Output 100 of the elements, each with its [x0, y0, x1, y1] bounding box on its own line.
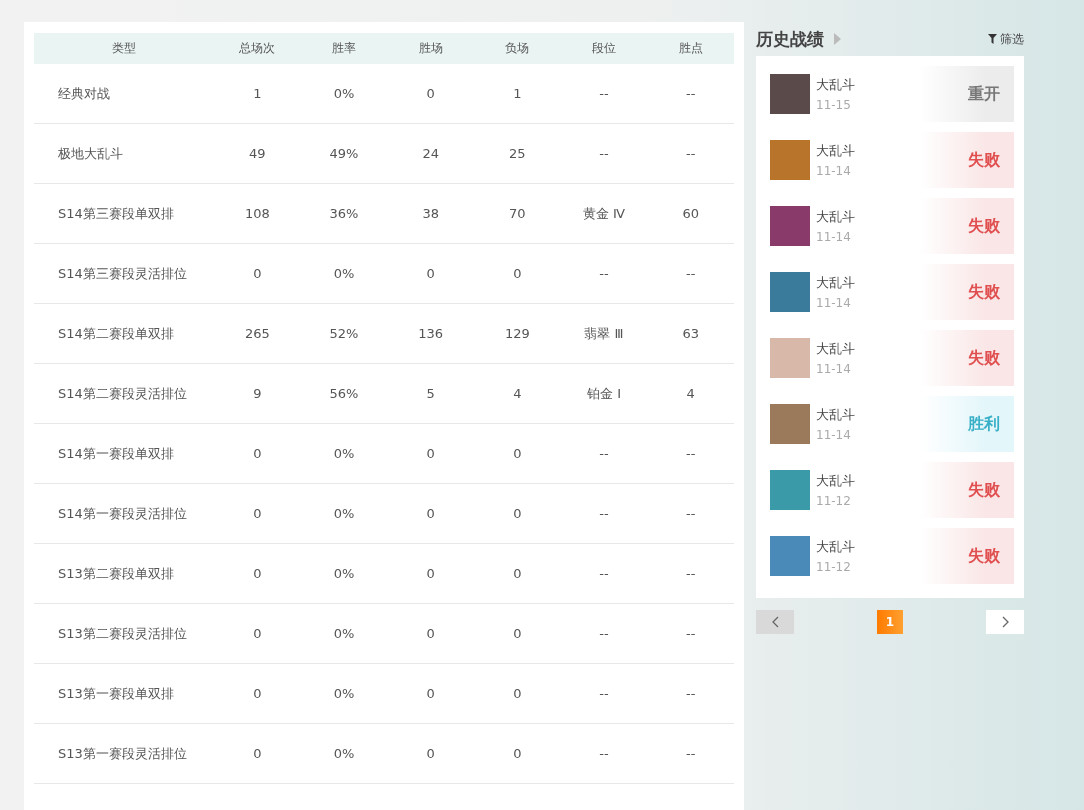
table-cell-text: 0% [332, 266, 356, 281]
filter-icon [988, 34, 997, 44]
table-cell-text: 9 [252, 386, 263, 401]
column-header: 段位 [591, 40, 617, 57]
table-cell-text: S14第三赛段灵活排位 [57, 264, 188, 283]
table-cell-text: -- [684, 566, 697, 581]
table-cell-text: 翡翠 Ⅲ [583, 324, 625, 343]
table-cell-text: 0 [425, 446, 436, 461]
table-cell-text: S13第一赛段单双排 [57, 684, 175, 703]
table-cell-text: 5 [425, 386, 436, 401]
table-cell-text: S14第一赛段灵活排位 [57, 504, 188, 523]
table-cell-text: S14第三赛段单双排 [57, 204, 175, 223]
table-cell-text: 0% [332, 746, 356, 761]
column-header: 负场 [504, 40, 531, 57]
table-cell-text: 4 [685, 386, 696, 401]
table-cell-text: 129 [503, 326, 531, 341]
table-cell-text: 25 [508, 146, 527, 161]
table-cell-text: 0 [425, 746, 436, 761]
column-header: 胜点 [677, 40, 704, 57]
column-header: 胜率 [331, 40, 357, 57]
table-cell-text: 265 [243, 326, 271, 341]
table-cell-text: 0 [252, 266, 263, 281]
table-cell-text: 0 [252, 626, 263, 641]
table-cell-text: 黄金 Ⅳ [581, 204, 627, 223]
table-cell-text: S13第二赛段灵活排位 [57, 624, 188, 643]
match-mode: 大乱斗 [816, 142, 855, 160]
table-cell-text: 63 [681, 326, 700, 341]
table-cell-text: 极地大乱斗 [57, 144, 124, 163]
table-cell-text: 108 [243, 206, 271, 221]
caret-right-icon [834, 33, 841, 45]
table-cell-text: -- [598, 626, 610, 641]
match-date: 11-14 [816, 362, 852, 376]
table-cell-text: 0% [332, 506, 356, 521]
match-date: 11-12 [816, 494, 852, 508]
match-mode: 大乱斗 [816, 406, 855, 424]
table-cell-text: 36% [328, 206, 360, 221]
previous-page-button[interactable] [756, 610, 794, 634]
match-date: 11-15 [816, 98, 852, 112]
table-cell-text: -- [598, 506, 610, 521]
column-header: 类型 [111, 40, 137, 57]
table-cell-text: -- [684, 86, 697, 101]
table-cell-text: -- [598, 86, 610, 101]
match-mode: 大乱斗 [816, 76, 855, 94]
match-mode: 大乱斗 [816, 538, 855, 556]
match-mode: 大乱斗 [816, 274, 855, 292]
table-cell-text: 0 [252, 506, 263, 521]
table-cell-text: 1 [512, 86, 523, 101]
match-mode: 大乱斗 [816, 472, 855, 490]
table-cell-text: 铂金 Ⅰ [586, 384, 622, 403]
table-cell-text: -- [684, 266, 697, 281]
table-cell-text: 0 [512, 266, 523, 281]
next-page-button[interactable] [986, 610, 1024, 634]
table-cell-text: 136 [417, 326, 445, 341]
table-cell-text: 0 [252, 446, 263, 461]
table-cell-text: -- [684, 446, 697, 461]
match-date: 11-14 [816, 296, 852, 310]
table-cell-text: 0 [512, 446, 523, 461]
table-cell-text: S14第一赛段单双排 [57, 444, 175, 463]
table-cell-text: 0 [425, 566, 436, 581]
column-header: 总场次 [238, 40, 277, 57]
table-cell-text: 0% [332, 86, 356, 101]
match-mode: 大乱斗 [816, 340, 855, 358]
table-cell-text: -- [684, 626, 697, 641]
table-cell-text: -- [684, 686, 697, 701]
table-cell-text: 49% [328, 146, 360, 161]
match-date: 11-12 [816, 560, 852, 574]
table-cell-text: 49 [248, 146, 267, 161]
table-cell-text: -- [684, 146, 697, 161]
table-cell-text: -- [684, 746, 697, 761]
table-cell-text: 经典对战 [57, 84, 111, 103]
table-cell-text: 0 [512, 626, 523, 641]
table-cell-text: -- [598, 566, 610, 581]
table-cell-text: 0 [512, 686, 523, 701]
table-cell-text: S14第二赛段单双排 [57, 324, 175, 343]
table-cell-text: 1 [252, 86, 263, 101]
table-cell-text: 0 [425, 626, 436, 641]
table-cell-text: 0% [332, 446, 356, 461]
table-cell-text: -- [684, 506, 697, 521]
table-cell-text: 0 [252, 746, 263, 761]
match-date: 11-14 [816, 230, 852, 244]
table-cell-text: 0% [332, 566, 356, 581]
table-cell-text: 0 [252, 566, 263, 581]
table-cell-text: 0 [512, 506, 523, 521]
table-cell-text: -- [598, 146, 610, 161]
match-date: 11-14 [816, 164, 852, 178]
filter-button[interactable]: 筛选 [988, 30, 1024, 48]
table-cell-text: 0% [332, 686, 356, 701]
table-cell-text: 70 [508, 206, 527, 221]
column-header: 胜场 [417, 40, 444, 57]
table-cell-text: 0 [425, 86, 436, 101]
table-cell-text: -- [598, 266, 610, 281]
table-cell-text: 0 [425, 266, 436, 281]
table-cell-text: 4 [512, 386, 523, 401]
match-mode: 大乱斗 [816, 208, 855, 226]
table-cell-text: -- [598, 446, 610, 461]
table-cell-text: S13第一赛段灵活排位 [57, 744, 188, 763]
table-cell-text: S13第二赛段单双排 [57, 564, 175, 583]
table-cell-text: 60 [681, 206, 700, 221]
match-date: 11-14 [816, 428, 852, 442]
history-title: 历史战绩 [756, 27, 824, 51]
